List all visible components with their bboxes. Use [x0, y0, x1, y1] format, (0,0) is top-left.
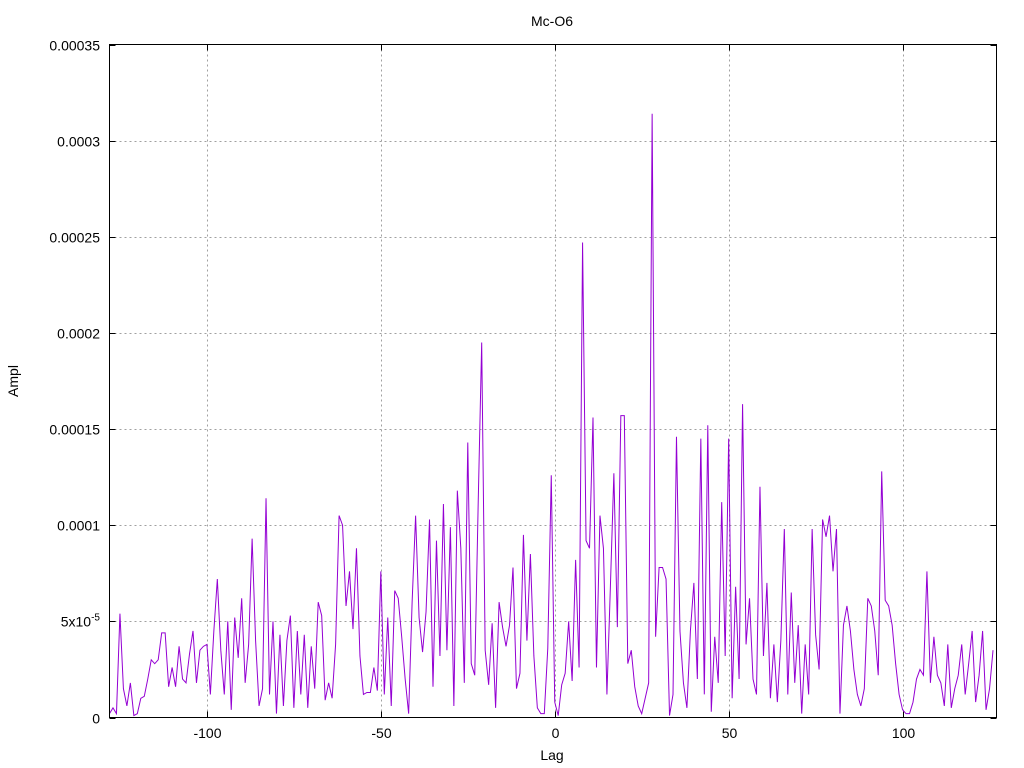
series-layer: [109, 113, 994, 717]
chart-title: Mc-O6: [531, 13, 573, 29]
y-tick-label: 0.00035: [49, 38, 100, 54]
x-tick-label: -100: [193, 725, 221, 741]
y-tick-label: 0: [92, 711, 100, 727]
series-line-0: [109, 113, 994, 717]
y-tick-label: 0.0001: [57, 518, 100, 534]
y-tick-label: 0.00015: [49, 422, 100, 438]
y-tick-label-exponent: -5: [91, 613, 100, 624]
y-tick-label: 0.0002: [57, 326, 100, 342]
x-tick-label: 0: [552, 725, 560, 741]
x-tick-label: 100: [892, 725, 916, 741]
x-tick-label: -50: [371, 725, 391, 741]
y-tick-label: 0.00025: [49, 230, 100, 246]
x-tick-labels: -100 -50 0 50 100: [193, 725, 915, 741]
y-tick-label: 5x10-5: [61, 613, 101, 630]
y-axis-label: Ampl: [5, 365, 21, 397]
y-tick-label: 0.0003: [57, 134, 100, 150]
x-axis-label: Lag: [540, 747, 563, 763]
x-tick-label: 50: [722, 725, 738, 741]
y-tick-label-base: 5x10: [61, 614, 92, 630]
y-tick-labels: 0 5x10-5 0.0001 0.00015 0.0002 0.00025 0.0003 0…: [49, 38, 100, 727]
chart: -100 -50 0 50 100 0 5x10-5 0.0001 0.00015 0.0002…: [5, 13, 997, 763]
